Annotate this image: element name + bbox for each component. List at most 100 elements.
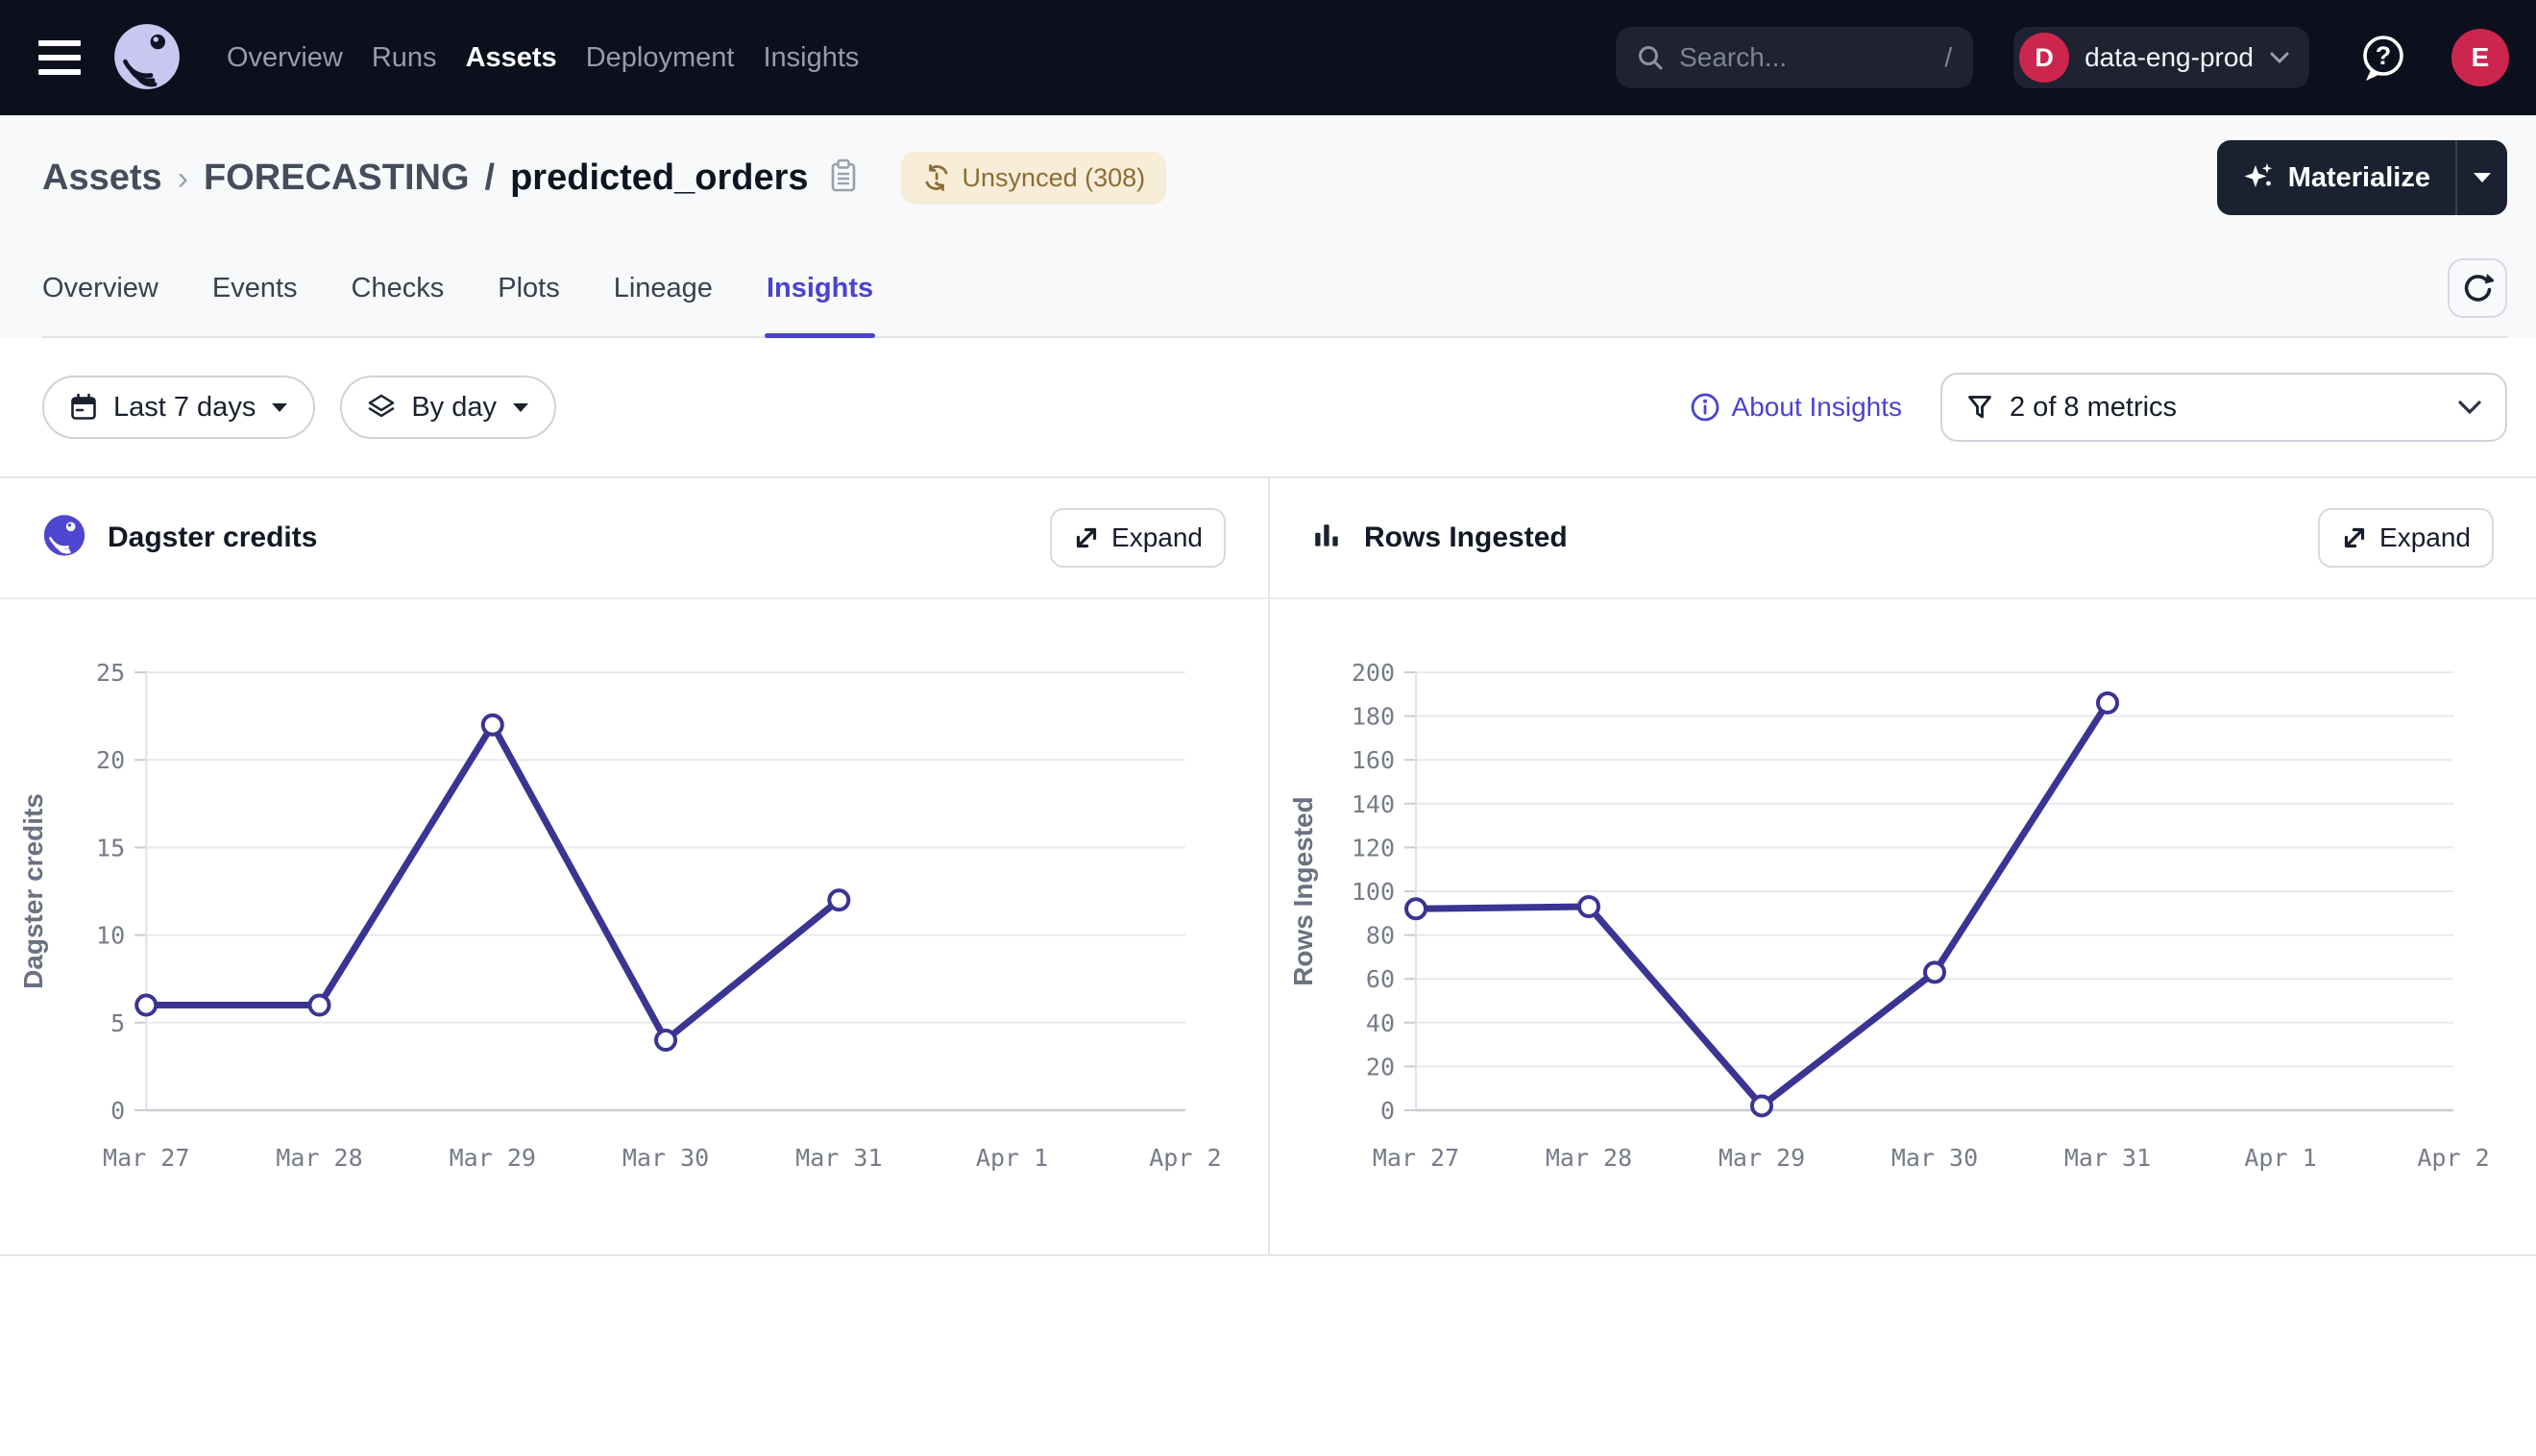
svg-text:Mar 30: Mar 30 <box>622 1144 709 1172</box>
search-shortcut: / <box>1944 42 1952 73</box>
svg-text:100: 100 <box>1352 878 1395 906</box>
refresh-button[interactable] <box>2448 258 2507 318</box>
primary-nav: Overview Runs Assets Deployment Insights <box>227 42 859 74</box>
page-title: predicted_orders <box>510 158 808 199</box>
caret-down-icon <box>271 402 288 413</box>
dagster-credits-metric-icon <box>42 514 86 563</box>
tab-overview[interactable]: Overview <box>42 240 158 336</box>
rows-ingested-chart: 020406080100120140160180200Mar 27Mar 28M… <box>1270 599 2536 1254</box>
calendar-icon <box>69 393 98 422</box>
svg-text:15: 15 <box>96 834 125 861</box>
date-range-dropdown[interactable]: Last 7 days <box>42 376 315 439</box>
svg-text:0: 0 <box>110 1097 125 1125</box>
granularity-label: By day <box>411 392 497 424</box>
breadcrumb-slash: / <box>485 158 496 199</box>
chart-title: Rows Ingested <box>1364 522 1568 554</box>
page-header: Assets › FORECASTING / predicted_orders <box>0 115 2536 338</box>
tab-events[interactable]: Events <box>212 240 298 336</box>
svg-text:Apr 1: Apr 1 <box>2244 1144 2316 1172</box>
asset-tabs: Overview Events Checks Plots Lineage Ins… <box>42 240 2507 338</box>
svg-text:200: 200 <box>1352 659 1395 687</box>
unsynced-status-badge[interactable]: Unsynced (308) <box>901 152 1167 205</box>
refresh-icon <box>2461 272 2494 304</box>
svg-text:Mar 29: Mar 29 <box>450 1144 536 1172</box>
svg-text:Mar 29: Mar 29 <box>1719 1144 1805 1172</box>
nav-overview[interactable]: Overview <box>227 42 343 74</box>
expand-icon <box>1073 524 1100 551</box>
svg-text:Mar 27: Mar 27 <box>1373 1144 1459 1172</box>
help-button[interactable]: ? <box>2357 32 2409 84</box>
svg-text:60: 60 <box>1366 965 1395 993</box>
svg-text:180: 180 <box>1352 703 1395 731</box>
svg-text:5: 5 <box>110 1009 125 1037</box>
expand-dagster-credits-button[interactable]: Expand <box>1050 508 1226 568</box>
breadcrumb: Assets › FORECASTING / predicted_orders <box>42 158 809 199</box>
insights-filter-bar: Last 7 days By day About Insights <box>0 338 2536 442</box>
search-icon <box>1637 44 1664 71</box>
tab-lineage[interactable]: Lineage <box>614 240 713 336</box>
search-box[interactable]: / <box>1616 27 1973 88</box>
materialize-dropdown-button[interactable] <box>2455 140 2507 215</box>
svg-text:Mar 27: Mar 27 <box>103 1144 189 1172</box>
info-icon <box>1690 392 1720 423</box>
dagster-logo[interactable] <box>110 20 184 95</box>
chevron-down-icon <box>2457 400 2482 415</box>
tab-insights[interactable]: Insights <box>767 240 873 336</box>
caret-down-icon <box>512 402 529 413</box>
svg-text:Rows Ingested: Rows Ingested <box>1288 796 1318 986</box>
granularity-dropdown[interactable]: By day <box>340 376 556 439</box>
svg-text:25: 25 <box>96 659 125 687</box>
copy-asset-name-icon[interactable] <box>826 158 861 199</box>
deployment-avatar: D <box>2019 33 2069 83</box>
search-input[interactable] <box>1679 42 1929 73</box>
svg-text:160: 160 <box>1352 746 1395 774</box>
sparkle-icon <box>2242 161 2275 194</box>
svg-text:Mar 31: Mar 31 <box>795 1144 882 1172</box>
breadcrumb-assets-link[interactable]: Assets <box>42 158 162 199</box>
svg-text:80: 80 <box>1366 922 1395 950</box>
filter-funnel-icon <box>1965 393 1994 422</box>
sync-alert-icon <box>922 163 951 192</box>
help-icon: ? <box>2357 32 2409 84</box>
expand-icon <box>2341 524 2368 551</box>
svg-text:Mar 30: Mar 30 <box>1891 1144 1978 1172</box>
expand-label: Expand <box>2379 522 2471 553</box>
svg-text:Dagster credits: Dagster credits <box>18 793 48 989</box>
nav-insights[interactable]: Insights <box>763 42 859 74</box>
expand-label: Expand <box>1111 522 1203 553</box>
svg-text:140: 140 <box>1352 790 1395 818</box>
expand-rows-ingested-button[interactable]: Expand <box>2318 508 2494 568</box>
svg-text:10: 10 <box>96 922 125 950</box>
insights-charts-grid: Dagster credits Expand 0 5 10 15 20 25 Mar 27 M… <box>0 476 2536 1256</box>
user-avatar[interactable]: E <box>2451 29 2509 86</box>
breadcrumb-group-link[interactable]: FORECASTING <box>204 158 470 199</box>
bar-chart-icon <box>1312 521 1343 556</box>
materialize-split-button: Materialize <box>2217 140 2507 215</box>
chart-title: Dagster credits <box>108 522 317 554</box>
nav-assets[interactable]: Assets <box>466 42 557 74</box>
tab-plots[interactable]: Plots <box>498 240 559 336</box>
svg-text:Apr 2: Apr 2 <box>2417 1144 2489 1172</box>
svg-text:Apr 2: Apr 2 <box>1149 1144 1221 1172</box>
tab-checks[interactable]: Checks <box>352 240 445 336</box>
metrics-select[interactable]: 2 of 8 metrics <box>1940 373 2507 442</box>
dagster-app: Overview Runs Assets Deployment Insights… <box>0 0 2536 1456</box>
caret-down-icon <box>2473 172 2492 183</box>
svg-text:120: 120 <box>1352 834 1395 861</box>
materialize-button[interactable]: Materialize <box>2217 140 2455 215</box>
svg-text:20: 20 <box>96 746 125 774</box>
svg-text:Apr 1: Apr 1 <box>976 1144 1048 1172</box>
breadcrumb-row: Assets › FORECASTING / predicted_orders <box>42 115 2507 240</box>
deployment-switcher[interactable]: D data-eng-prod <box>2013 27 2309 88</box>
nav-deployment[interactable]: Deployment <box>586 42 735 74</box>
nav-runs[interactable]: Runs <box>372 42 437 74</box>
top-nav: Overview Runs Assets Deployment Insights… <box>0 0 2536 115</box>
svg-text:0: 0 <box>1380 1097 1395 1125</box>
layers-icon <box>367 393 396 422</box>
dagster-credits-chart: 0510152025Mar 27Mar 28Mar 29Mar 30Mar 31… <box>0 599 1268 1254</box>
rows-ingested-card: Rows Ingested Expand 0204060801001201401… <box>1268 478 2536 1254</box>
hamburger-menu-icon[interactable] <box>38 29 96 86</box>
rows-ingested-card-header: Rows Ingested Expand <box>1270 478 2536 599</box>
dagster-credits-card: Dagster credits Expand 0 5 10 15 20 25 Mar 27 M… <box>0 478 1268 1254</box>
about-insights-link[interactable]: About Insights <box>1690 392 1902 423</box>
